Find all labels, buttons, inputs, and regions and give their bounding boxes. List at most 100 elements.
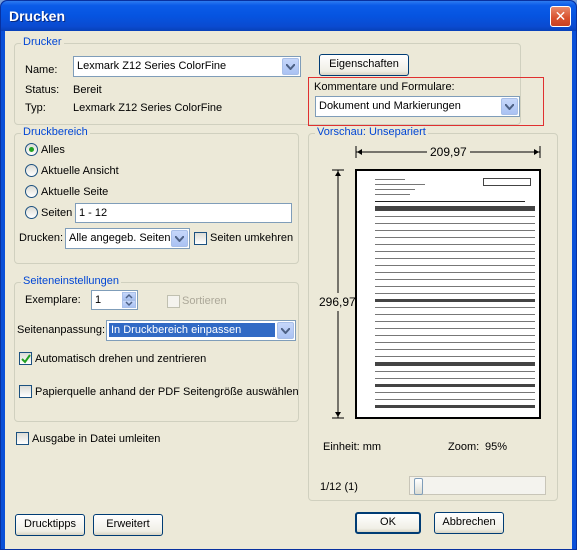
page-slider-handle[interactable] (414, 478, 423, 495)
doc-graphic (375, 272, 535, 273)
radio-pages[interactable] (25, 206, 38, 219)
print-to-file-label[interactable]: Ausgabe in Datei umleiten (32, 433, 160, 445)
doc-graphic (375, 307, 535, 308)
doc-graphic (375, 356, 535, 357)
papersource-checkbox[interactable] (19, 385, 32, 398)
doc-graphic (375, 399, 535, 400)
chevron-down-icon[interactable] (501, 98, 518, 115)
title-bar[interactable]: Drucken ✕ (1, 1, 576, 31)
pages-input[interactable]: 1 - 12 (75, 203, 292, 223)
comments-value: Dokument und Markierungen (319, 100, 461, 112)
radio-current-page-label[interactable]: Aktuelle Seite (41, 186, 108, 198)
print-tips-button[interactable]: Drucktipps (15, 514, 85, 536)
copies-stepper[interactable]: 1 (91, 290, 138, 310)
preview-height-value: 296,97 (319, 293, 356, 311)
printer-status-value: Bereit (73, 84, 102, 96)
printer-type-label: Typ: (25, 102, 46, 114)
printer-legend: Drucker (21, 36, 64, 48)
print-subset-select[interactable]: Alle angegeb. Seiten (65, 228, 190, 249)
ok-button[interactable]: OK (355, 512, 421, 534)
papersource-label[interactable]: Papierquelle anhand der PDF Seitengröße … (35, 386, 299, 398)
printer-name-value: Lexmark Z12 Series ColorFine (77, 60, 227, 72)
doc-graphic (375, 179, 405, 180)
radio-current-page[interactable] (25, 185, 38, 198)
page-slider-track[interactable] (409, 476, 546, 495)
preview-unit-label: Einheit: mm (323, 441, 382, 453)
radio-current-view-label[interactable]: Aktuelle Ansicht (41, 165, 119, 177)
chevron-down-icon[interactable] (277, 322, 294, 339)
scaling-value: In Druckbereich einpassen (109, 323, 275, 337)
copies-value: 1 (95, 294, 102, 306)
autorotate-label[interactable]: Automatisch drehen und zentrieren (35, 353, 206, 365)
stepper-down-button[interactable] (122, 300, 136, 308)
doc-graphic (375, 299, 535, 302)
comments-select[interactable]: Dokument und Markierungen (315, 96, 520, 117)
cancel-button[interactable]: Abbrechen (434, 512, 504, 534)
doc-graphic (375, 258, 535, 259)
radio-all[interactable] (25, 143, 38, 156)
radio-pages-label[interactable]: Seiten (41, 207, 72, 219)
doc-graphic (375, 349, 535, 350)
doc-graphic (375, 237, 535, 238)
advanced-button[interactable]: Erweitert (93, 514, 163, 536)
doc-graphic (375, 314, 535, 315)
stepper-up-button[interactable] (122, 292, 136, 300)
print-subset-label: Drucken: (19, 232, 64, 244)
window-title: Drucken (9, 8, 66, 24)
doc-graphic (375, 335, 535, 336)
doc-graphic (375, 194, 410, 195)
printer-status-label: Status: (25, 84, 60, 96)
chevron-down-icon[interactable] (282, 58, 299, 75)
doc-graphic (375, 201, 525, 202)
doc-graphic (375, 251, 535, 252)
doc-graphic (375, 371, 535, 372)
reverse-pages-label[interactable]: Seiten umkehren (210, 232, 293, 244)
printer-type-value: Lexmark Z12 Series ColorFine (73, 102, 223, 114)
print-subset-value: Alle angegeb. Seiten (69, 232, 171, 244)
doc-graphic (375, 189, 415, 190)
reverse-pages-checkbox[interactable] (194, 232, 207, 245)
scaling-select[interactable]: In Druckbereich einpassen (106, 320, 296, 341)
doc-graphic (375, 184, 425, 185)
preview-legend: Vorschau: Unsepariert (315, 126, 428, 138)
collate-checkbox[interactable] (167, 295, 180, 308)
print-to-file-checkbox[interactable] (16, 432, 29, 445)
doc-graphic (375, 321, 535, 322)
doc-graphic (375, 384, 535, 387)
doc-graphic (375, 378, 535, 379)
radio-current-view[interactable] (25, 164, 38, 177)
doc-graphic (375, 286, 535, 287)
dialog-body: Drucker Name: Lexmark Z12 Series ColorFi… (5, 31, 572, 549)
print-range-legend: Druckbereich (21, 126, 90, 138)
doc-graphic (375, 405, 535, 408)
doc-graphic (375, 230, 535, 231)
doc-graphic (375, 279, 535, 280)
doc-graphic (375, 392, 535, 393)
scaling-label: Seitenanpassung: (17, 324, 106, 336)
doc-graphic (375, 206, 535, 211)
checkmark-icon (21, 354, 31, 364)
preview-width-value: 209,97 (427, 145, 470, 159)
print-dialog-window: Drucken ✕ Drucker Name: Lexmark Z12 Seri… (0, 0, 577, 550)
doc-graphic (375, 244, 535, 245)
collate-label: Sortieren (182, 295, 227, 307)
copies-label: Exemplare: (25, 294, 81, 306)
page-settings-legend: Seiteneinstellungen (21, 275, 122, 287)
doc-graphic (375, 223, 535, 224)
doc-graphic (375, 362, 535, 366)
autorotate-checkbox[interactable] (19, 352, 32, 365)
chevron-down-icon[interactable] (171, 230, 188, 247)
preview-zoom-label: Zoom: (448, 441, 480, 453)
doc-graphic (375, 265, 535, 266)
doc-graphic (375, 216, 535, 217)
printer-name-label: Name: (25, 64, 58, 76)
comments-label: Kommentare und Formulare: (314, 81, 455, 93)
printer-name-select[interactable]: Lexmark Z12 Series ColorFine (73, 56, 301, 77)
close-button[interactable]: ✕ (550, 6, 571, 27)
doc-graphic (375, 293, 535, 294)
radio-all-label[interactable]: Alles (41, 144, 65, 156)
doc-graphic (483, 178, 531, 186)
properties-button[interactable]: Eigenschaften (319, 54, 409, 76)
page-indicator: 1/12 (1) (320, 481, 358, 493)
pages-input-value: 1 - 12 (79, 207, 108, 219)
